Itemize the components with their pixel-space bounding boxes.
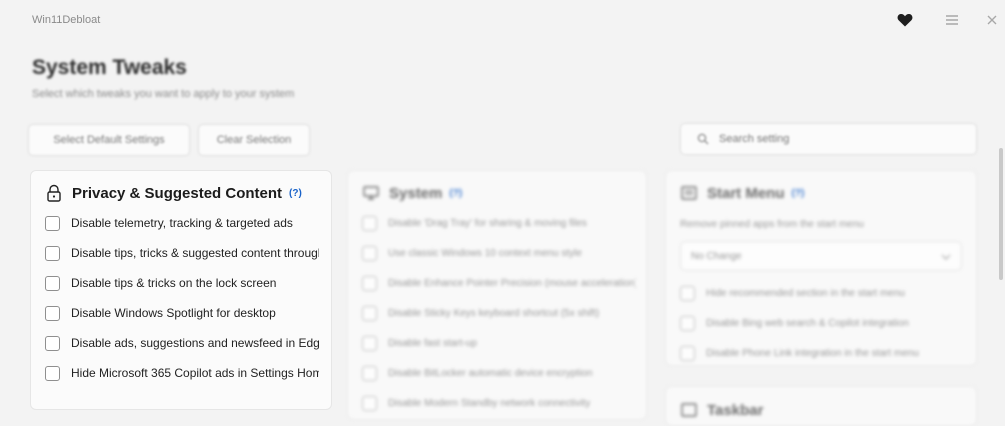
start-menu-pinned-apps-select[interactable]: No Change (680, 241, 962, 271)
heart-icon[interactable] (893, 10, 917, 30)
option-disable-phone-link[interactable]: Disable Phone Link integration in the st… (680, 343, 954, 363)
option-label: Disable Enhance Pointer Precision (mouse… (388, 277, 636, 289)
checkbox[interactable] (362, 245, 377, 261)
option-disable-modern-standby[interactable]: Disable Modern Standby network connectiv… (362, 393, 636, 413)
page-subtitle: Select which tweaks you want to apply to… (32, 88, 295, 100)
checkbox[interactable] (45, 305, 60, 321)
menu-icon[interactable] (940, 10, 964, 30)
checkbox[interactable] (45, 275, 60, 291)
checkbox[interactable] (45, 365, 60, 381)
option-label: Disable Sticky Keys keyboard shortcut (5… (388, 307, 600, 319)
page-title: System Tweaks (32, 56, 187, 79)
taskbar-card-title: Taskbar (707, 401, 764, 419)
option-disable-telemetry[interactable]: Disable telemetry, tracking & targeted a… (45, 213, 319, 233)
checkbox[interactable] (680, 285, 695, 301)
option-disable-edge-ads[interactable]: Disable ads, suggestions and newsfeed in… (45, 333, 319, 353)
option-label: Hide Microsoft 365 Copilot ads in Settin… (71, 366, 319, 380)
start-menu-card-title: Start Menu (707, 184, 785, 202)
clear-selection-button[interactable]: Clear Selection (198, 124, 310, 156)
privacy-card-header: Privacy & Suggested Content (?) (45, 184, 302, 202)
option-label: Disable tips & tricks on the lock screen (71, 276, 277, 290)
option-classic-context-menu[interactable]: Use classic Windows 10 context menu styl… (362, 243, 636, 263)
lock-icon (45, 184, 63, 202)
system-card: System (?) Disable 'Drag Tray' for shari… (347, 170, 647, 420)
option-label: Disable ads, suggestions and newsfeed in… (71, 336, 319, 350)
option-label: Hide recommended section in the start me… (706, 287, 905, 299)
checkbox[interactable] (45, 215, 60, 231)
select-value: No Change (691, 250, 742, 262)
option-label: Disable tips, tricks & suggested content… (71, 246, 319, 260)
taskbar-card: Taskbar (665, 386, 977, 426)
option-label: Disable Phone Link integration in the st… (706, 347, 919, 359)
select-default-settings-button[interactable]: Select Default Settings (28, 124, 190, 156)
privacy-card: Privacy & Suggested Content (?) Disable … (30, 170, 332, 410)
checkbox[interactable] (45, 335, 60, 351)
close-icon[interactable] (983, 10, 1001, 30)
taskbar-card-header: Taskbar (680, 401, 763, 419)
search-input[interactable] (717, 132, 961, 146)
search-box[interactable] (680, 123, 977, 155)
search-icon (695, 131, 711, 147)
option-disable-sticky-keys[interactable]: Disable Sticky Keys keyboard shortcut (5… (362, 303, 636, 323)
option-disable-fast-startup[interactable]: Disable fast start-up (362, 333, 636, 353)
option-label: Disable Bing web search & Copilot integr… (706, 317, 909, 329)
title-bar: Win11Debloat (0, 0, 1005, 40)
chevron-down-icon (941, 247, 951, 265)
option-label: Disable BitLocker automatic device encry… (388, 367, 593, 379)
checkbox[interactable] (362, 305, 377, 321)
checkbox[interactable] (362, 365, 377, 381)
checkbox[interactable] (680, 345, 695, 361)
option-disable-pointer-precision[interactable]: Disable Enhance Pointer Precision (mouse… (362, 273, 636, 293)
privacy-card-title: Privacy & Suggested Content (72, 184, 283, 202)
option-hide-recommended[interactable]: Hide recommended section in the start me… (680, 283, 954, 303)
checkbox[interactable] (45, 245, 60, 261)
checkbox[interactable] (362, 275, 377, 291)
checkbox[interactable] (680, 315, 695, 331)
option-disable-tips-suggested-content[interactable]: Disable tips, tricks & suggested content… (45, 243, 319, 263)
option-hide-copilot-ads[interactable]: Hide Microsoft 365 Copilot ads in Settin… (45, 363, 319, 383)
system-card-title: System (389, 184, 443, 202)
checkbox[interactable] (362, 215, 377, 231)
start-menu-help-link[interactable]: (?) (792, 188, 805, 199)
monitor-icon (362, 184, 380, 202)
privacy-help-link[interactable]: (?) (289, 188, 302, 199)
taskbar-icon (680, 401, 698, 419)
system-help-link[interactable]: (?) (449, 188, 462, 199)
option-label: Disable Windows Spotlight for desktop (71, 306, 276, 320)
option-label: Disable 'Drag Tray' for sharing & moving… (388, 217, 587, 229)
option-label: Disable fast start-up (388, 337, 477, 349)
option-label: Disable Modern Standby network connectiv… (388, 397, 591, 409)
start-menu-icon (680, 184, 698, 202)
checkbox[interactable] (362, 395, 377, 411)
option-disable-bitlocker[interactable]: Disable BitLocker automatic device encry… (362, 363, 636, 383)
option-disable-lock-screen-tips[interactable]: Disable tips & tricks on the lock screen (45, 273, 319, 293)
start-menu-card-header: Start Menu (?) (680, 184, 804, 202)
scrollbar[interactable] (999, 148, 1003, 280)
app-title: Win11Debloat (32, 14, 101, 26)
option-disable-windows-spotlight[interactable]: Disable Windows Spotlight for desktop (45, 303, 319, 323)
start-menu-description: Remove pinned apps from the start menu (680, 219, 864, 230)
option-label: Disable telemetry, tracking & targeted a… (71, 216, 293, 230)
option-disable-bing-search[interactable]: Disable Bing web search & Copilot integr… (680, 313, 954, 333)
start-menu-card: Start Menu (?) Remove pinned apps from t… (665, 170, 977, 366)
checkbox[interactable] (362, 335, 377, 351)
system-card-header: System (?) (362, 184, 462, 202)
option-disable-drag-tray[interactable]: Disable 'Drag Tray' for sharing & moving… (362, 213, 636, 233)
option-label: Use classic Windows 10 context menu styl… (388, 247, 582, 259)
